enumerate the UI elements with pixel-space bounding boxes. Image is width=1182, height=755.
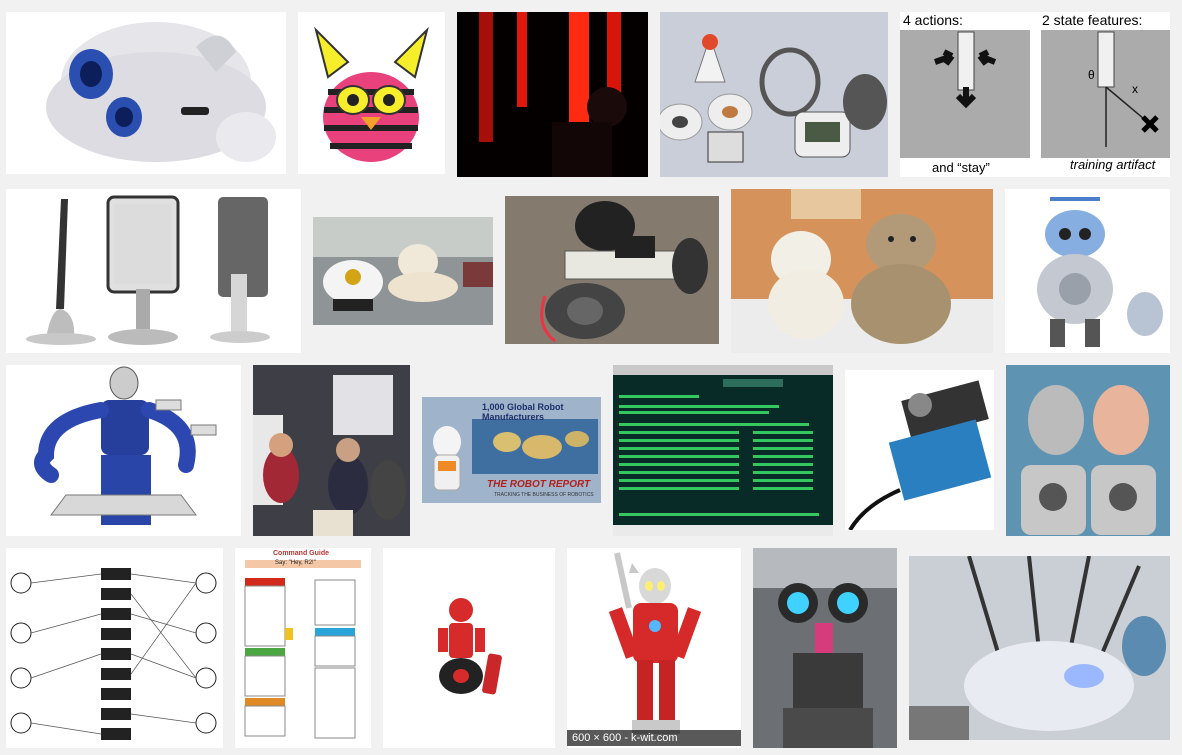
robot-heads-image [1006,365,1170,536]
theta-label: θ [1088,68,1095,82]
image-tile-rl-diagram[interactable]: 4 actions: 2 state features: and “stay” … [900,12,1170,177]
image-tile-ultraman-toy[interactable]: 600 × 600 - k-wit.com [567,548,741,748]
command-guide-title: Command Guide [273,550,330,557]
stay-label: and “stay” [932,160,990,175]
path-diagram-image [6,548,223,748]
red-robot-toy-image [383,548,555,748]
image-tile-exhibition-people[interactable] [253,365,410,536]
ultraman-toy-image [567,548,741,748]
image-tile-teddy-bears[interactable] [731,189,993,353]
robot-dog-small-dog-image [313,217,493,325]
image-tile-surgical-robot[interactable] [909,556,1170,740]
image-tile-breadboard-robot[interactable] [505,196,719,344]
image-tile-silver-toy-robot[interactable] [1005,189,1170,353]
tablet-stands-image [6,189,301,353]
blue-humanoid-image [6,365,241,536]
x-label: x [1132,82,1138,96]
robot-report-brand: THE ROBOT REPORT [487,479,591,490]
red-lights-image [457,12,648,177]
image-domain-text: k-wit.com [631,732,678,744]
image-tile-red-lights[interactable] [457,12,648,177]
image-tile-command-guide[interactable]: Command Guide Say: "Hey, R2!" [235,548,371,748]
image-size-text: 600 × 600 [572,732,622,744]
image-tile-glowing-eyes-robot[interactable] [753,548,897,748]
surgical-robot-image [909,556,1170,740]
robot-kit-image [660,12,888,177]
image-tile-servo[interactable] [845,370,994,530]
teddy-bears-image [731,189,993,353]
image-tile-robot-dog-small-dog[interactable] [313,217,493,325]
state-features-label: 2 state features: [1042,12,1143,28]
image-tile-robot-dog[interactable] [6,12,286,174]
robot-report-headline: 1,000 Global Robot Manufacturers [482,402,564,422]
terminal-image [613,365,833,536]
image-size-overlay: 600 × 600 - k-wit.com [567,730,741,746]
rl-diagram-image [900,12,1170,177]
glowing-eyes-robot-image [753,548,897,748]
image-tile-furby[interactable] [298,12,445,174]
image-tile-red-robot-toy[interactable] [383,548,555,748]
command-guide-image [235,548,371,748]
robot-report-tagline: TRACKING THE BUSINESS OF ROBOTICS [494,492,594,498]
exhibition-people-image [253,365,410,536]
breadboard-robot-image [505,196,719,344]
image-tile-robot-report[interactable]: 1,000 Global Robot Manufacturers THE ROB… [422,397,601,503]
furby-image [298,12,445,174]
robot-dog-image [6,12,286,174]
image-tile-robot-kit[interactable] [660,12,888,177]
image-tile-tablet-stands[interactable] [6,189,301,353]
training-artifact-label: training artifact [1070,157,1156,172]
command-guide-subtitle: Say: "Hey, R2!" [275,560,316,566]
silver-toy-robot-image [1005,189,1170,353]
image-tile-robot-heads[interactable] [1006,365,1170,536]
image-tile-blue-humanoid[interactable] [6,365,241,536]
image-tile-path-diagram[interactable] [6,548,223,748]
image-tile-terminal[interactable] [613,365,833,536]
actions-label: 4 actions: [903,12,963,28]
servo-image [845,370,994,530]
